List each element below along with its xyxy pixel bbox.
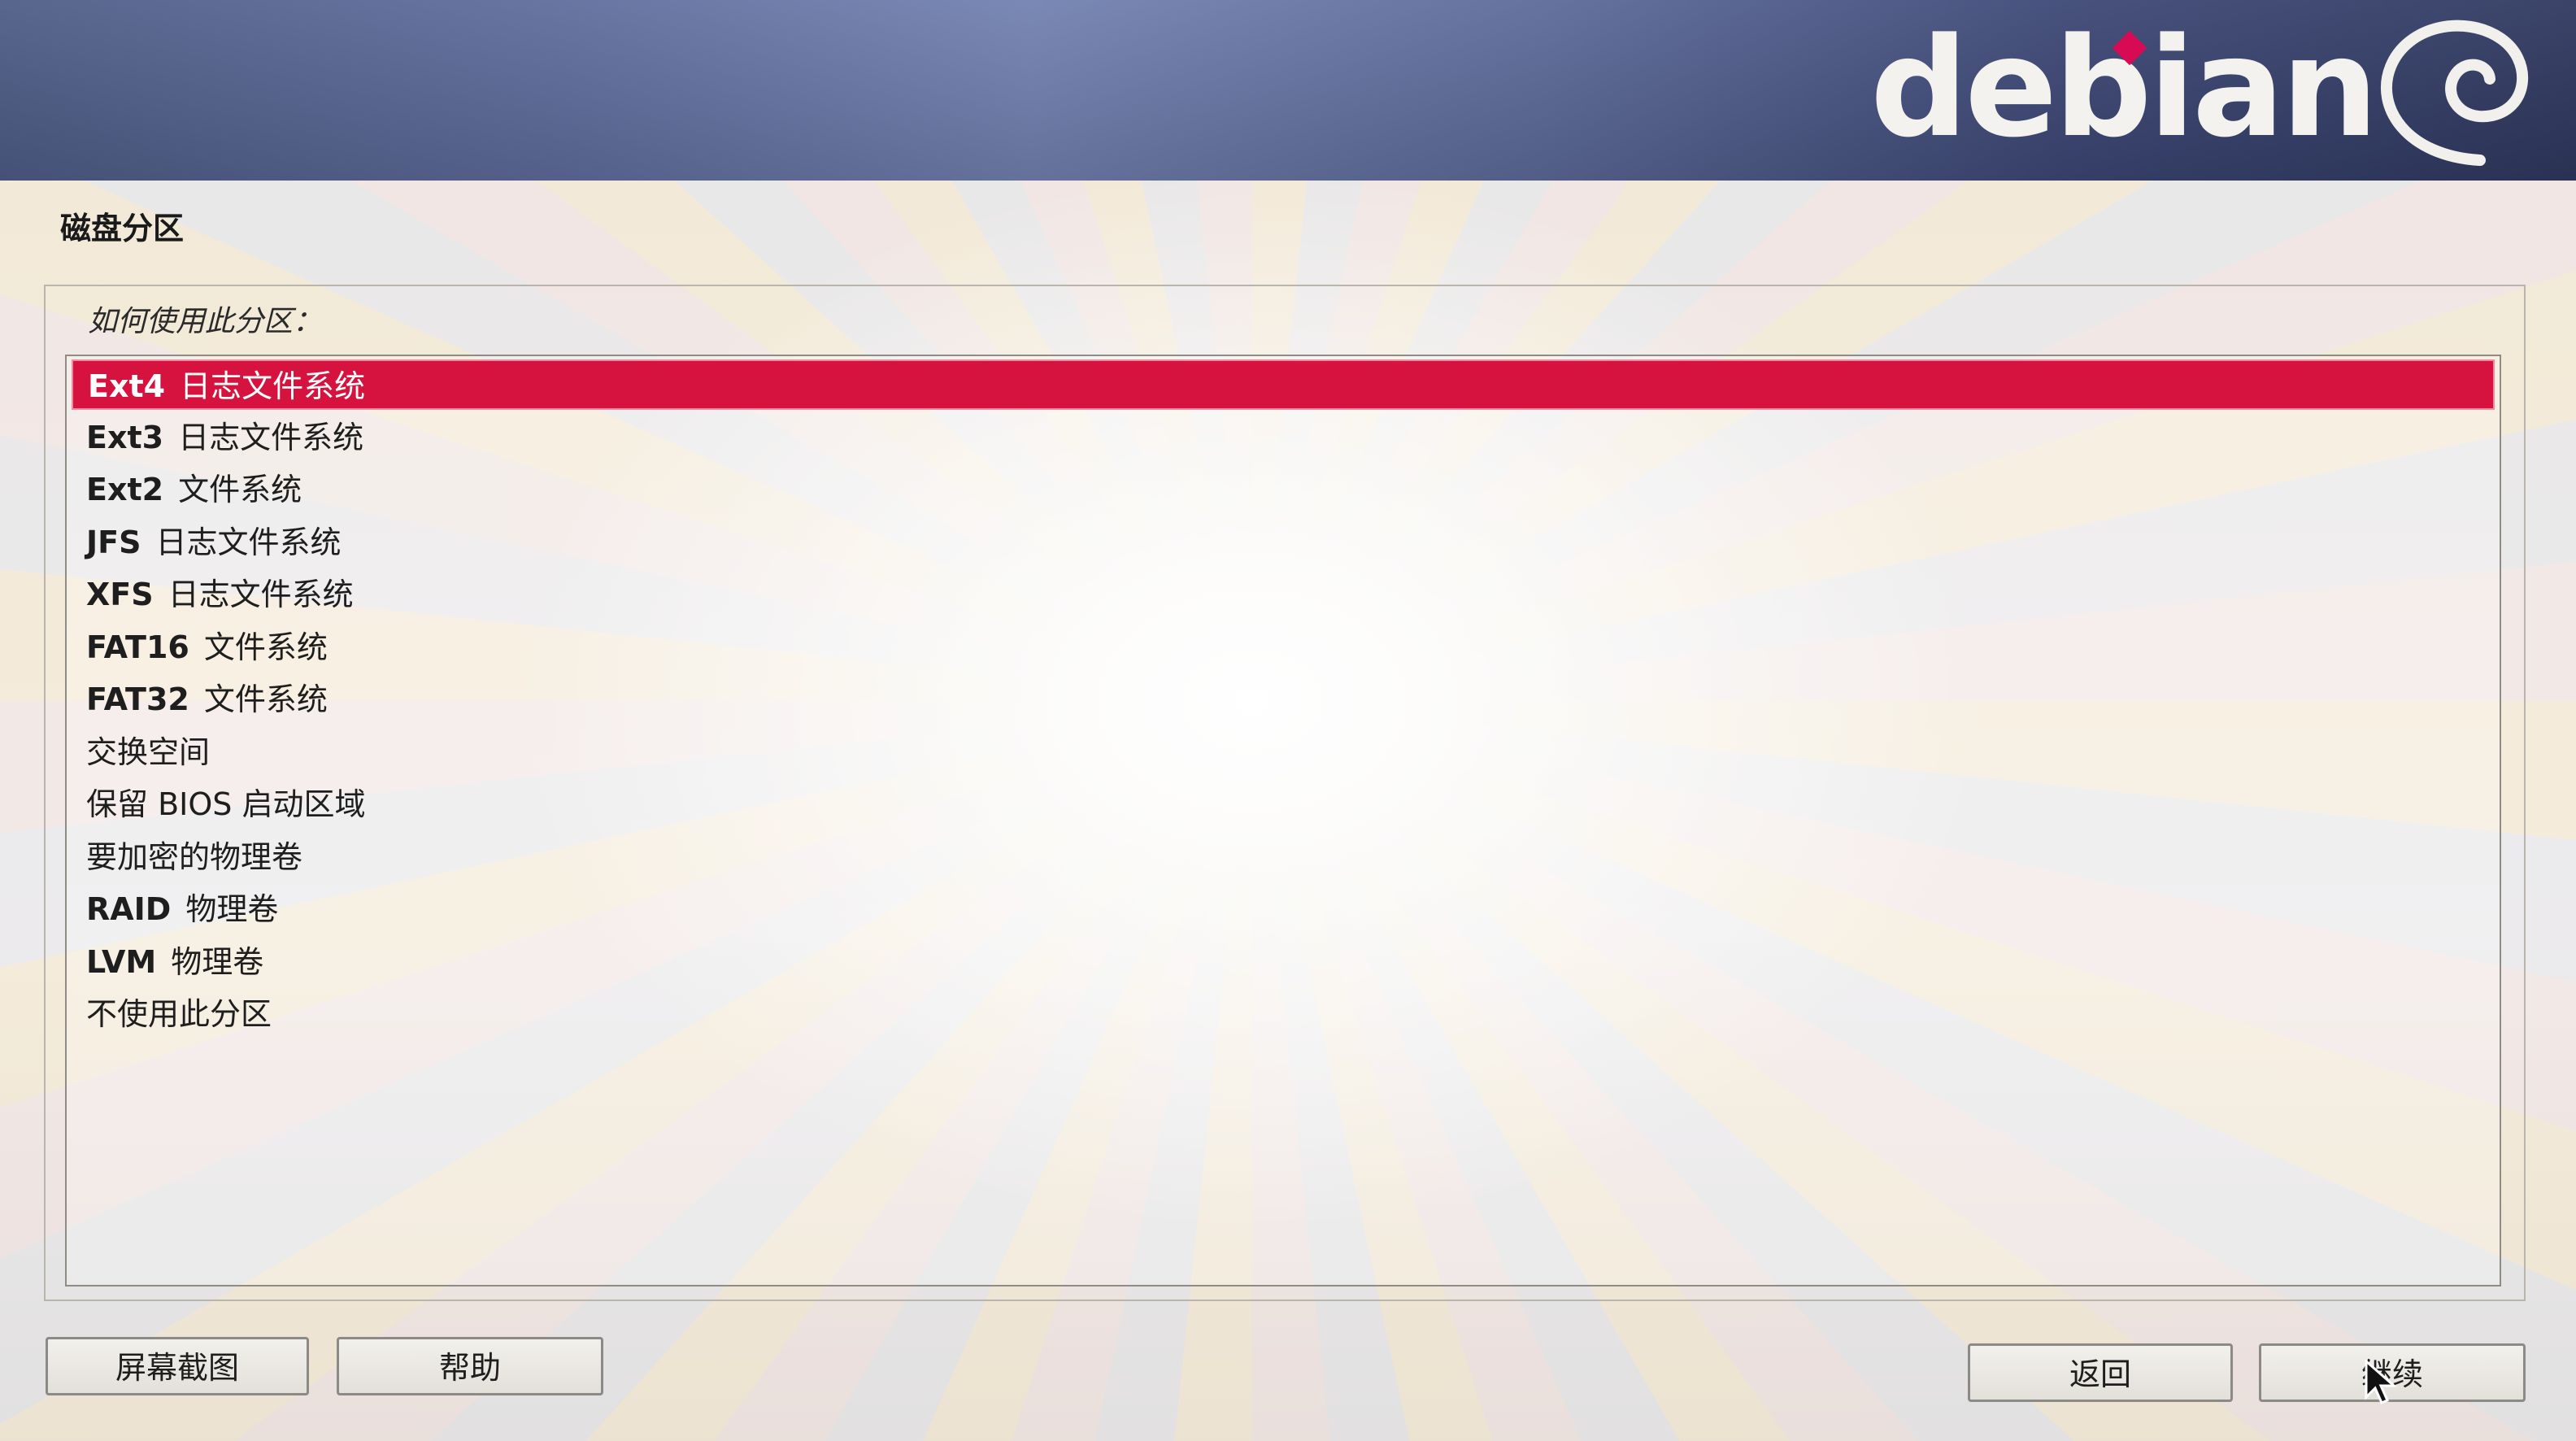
partition-option-item[interactable]: 要加密的物理卷 (72, 832, 2495, 882)
partition-option-tag: JFS (86, 524, 141, 560)
installer-screen: debian 磁盘分区 如何使用此分区： Ext4 日志文件系统 Ext3 日志文件系… (0, 0, 2576, 1441)
partition-option-label: 文件系统 (178, 472, 302, 507)
debian-banner: debian (0, 0, 2576, 181)
partition-option-item[interactable]: Ext3 日志文件系统 (72, 412, 2495, 463)
partition-option-tag: LVM (86, 943, 157, 980)
partition-option-item[interactable]: 交换空间 (72, 727, 2495, 777)
partition-option-label: 日志文件系统 (155, 524, 342, 560)
question-label: 如何使用此分区： (88, 305, 323, 338)
partition-option-item[interactable]: Ext2 文件系统 (72, 464, 2495, 515)
partition-option-label: 要加密的物理卷 (86, 838, 303, 875)
partition-option-item[interactable]: JFS 日志文件系统 (72, 517, 2495, 568)
partition-option-label: 文件系统 (203, 681, 328, 717)
partition-option-tag: RAID (86, 891, 172, 927)
partition-option-label: 物理卷 (185, 891, 279, 927)
partition-option-item[interactable]: FAT32 文件系统 (72, 674, 2495, 725)
partition-option-tag: Ext4 (88, 368, 166, 404)
page-title: 磁盘分区 (60, 211, 185, 246)
partition-options-list[interactable]: Ext4 日志文件系统 Ext3 日志文件系统 Ext2 文件系统 JFS 日志文件系统 XFS… (65, 355, 2501, 1286)
partition-option-label: 文件系统 (203, 629, 328, 665)
partition-option-label: 交换空间 (86, 734, 211, 770)
partition-option-label: 日志文件系统 (168, 577, 354, 612)
partition-option-label: 不使用此分区 (86, 996, 272, 1032)
help-button[interactable]: 帮助 (337, 1337, 603, 1395)
back-button[interactable]: 返回 (1968, 1343, 2233, 1402)
partition-option-tag: FAT16 (86, 629, 189, 665)
partition-option-label: 日志文件系统 (178, 419, 364, 455)
partition-option-item[interactable]: LVM 物理卷 (72, 937, 2495, 987)
partition-option-tag: Ext2 (86, 472, 164, 507)
partition-option-tag: FAT32 (86, 681, 189, 717)
partition-option-tag: XFS (86, 577, 154, 612)
mouse-cursor-icon (2365, 1360, 2397, 1404)
partition-option-item[interactable]: RAID 物理卷 (72, 884, 2495, 934)
screenshot-button[interactable]: 屏幕截图 (46, 1337, 309, 1395)
partition-option-item[interactable]: 保留 BIOS 启动区域 (72, 779, 2495, 829)
partition-option-label: 物理卷 (171, 943, 264, 980)
debian-swirl-icon (2381, 20, 2529, 166)
partition-option-item[interactable]: 不使用此分区 (72, 989, 2495, 1039)
partition-option-item[interactable]: XFS 日志文件系统 (72, 569, 2495, 620)
partition-option-item[interactable]: FAT16 文件系统 (72, 622, 2495, 673)
debian-logo-text: debian (1870, 8, 2378, 168)
partition-option-item[interactable]: Ext4 日志文件系统 (72, 359, 2495, 410)
partition-option-label: 日志文件系统 (180, 368, 366, 404)
partition-option-tag: Ext3 (86, 419, 164, 455)
partition-option-label: 保留 BIOS 启动区域 (86, 786, 366, 822)
